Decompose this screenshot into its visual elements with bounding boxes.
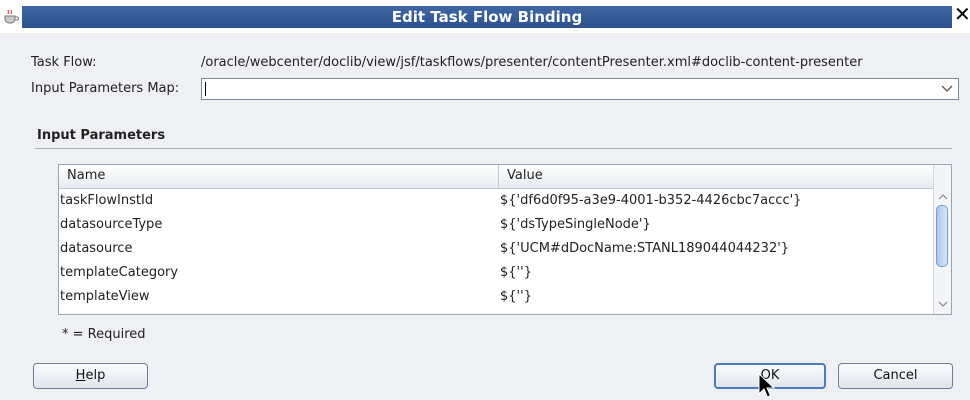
- task-flow-value: /oracle/webcenter/doclib/view/jsf/taskfl…: [201, 55, 863, 70]
- param-value-cell[interactable]: ${'UCM#dDocName:STANL189044044232'}: [500, 237, 930, 261]
- input-parameters-map-combobox[interactable]: [201, 78, 959, 100]
- title-bar: Edit Task Flow Binding ✕: [0, 0, 970, 33]
- required-note: * = Required: [62, 327, 146, 342]
- table-row[interactable]: datasourceType ${'dsTypeSingleNode'}: [59, 213, 935, 237]
- scroll-down-icon[interactable]: [934, 298, 951, 312]
- param-value-cell[interactable]: ${''}: [500, 261, 930, 285]
- help-mnemonic: H: [75, 368, 86, 383]
- column-header-name[interactable]: Name: [59, 165, 499, 188]
- close-icon[interactable]: ✕: [954, 2, 970, 26]
- edit-task-flow-binding-dialog: Edit Task Flow Binding ✕ Task Flow: /ora…: [0, 0, 970, 400]
- param-name-cell[interactable]: templateCategory: [60, 261, 490, 285]
- mouse-pointer-icon: [758, 373, 776, 398]
- help-button[interactable]: Help: [33, 363, 148, 389]
- column-header-value[interactable]: Value: [499, 165, 935, 188]
- section-divider: [35, 148, 952, 149]
- param-value-cell[interactable]: ${''}: [500, 285, 930, 309]
- vertical-scrollbar[interactable]: [933, 165, 951, 314]
- cancel-button[interactable]: Cancel: [838, 363, 953, 389]
- scroll-up-icon[interactable]: [934, 191, 951, 205]
- input-parameters-map-label: Input Parameters Map:: [31, 81, 180, 96]
- table-header: Name Value: [59, 165, 935, 189]
- param-value-cell[interactable]: ${'dsTypeSingleNode'}: [500, 213, 930, 237]
- table-row[interactable]: taskFlowInstId ${'df6d0f95-a3e9-4001-b35…: [59, 189, 935, 213]
- input-parameters-section-title: Input Parameters: [37, 128, 166, 143]
- scrollbar-thumb[interactable]: [936, 205, 948, 267]
- text-caret: [205, 82, 206, 96]
- input-parameters-table[interactable]: Name Value taskFlowInstId ${'df6d0f95-a3…: [58, 164, 952, 315]
- table-row[interactable]: datasource ${'UCM#dDocName:STANL18904404…: [59, 237, 935, 261]
- chevron-down-icon[interactable]: [938, 80, 956, 98]
- task-flow-label: Task Flow:: [31, 55, 97, 70]
- dialog-title: Edit Task Flow Binding: [391, 8, 583, 26]
- param-name-cell[interactable]: datasource: [60, 237, 490, 261]
- table-row[interactable]: templateView ${''}: [59, 285, 935, 309]
- param-name-cell[interactable]: taskFlowInstId: [60, 189, 490, 213]
- table-row[interactable]: templateCategory ${''}: [59, 261, 935, 285]
- param-value-cell[interactable]: ${'df6d0f95-a3e9-4001-b352-4426cbc7accc'…: [500, 189, 930, 213]
- param-name-cell[interactable]: datasourceType: [60, 213, 490, 237]
- java-cup-icon: [4, 9, 19, 24]
- help-button-label: elp: [85, 368, 106, 383]
- param-name-cell[interactable]: templateView: [60, 285, 490, 309]
